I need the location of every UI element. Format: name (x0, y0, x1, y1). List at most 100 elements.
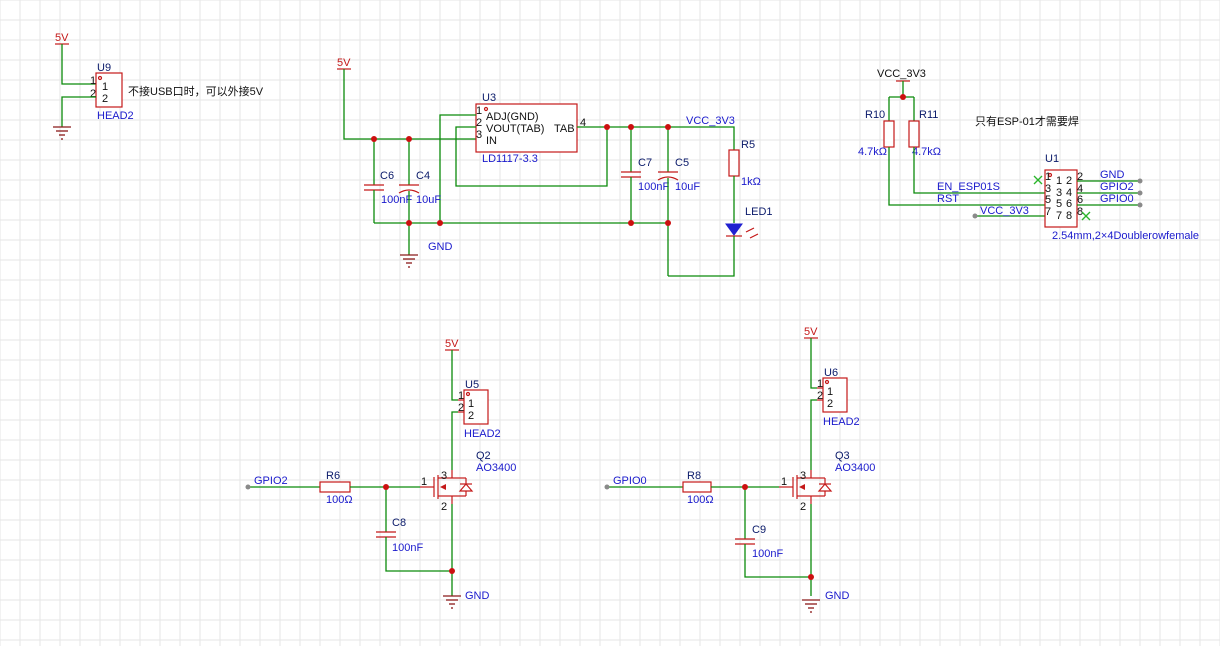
q2-designator: Q2 (476, 450, 491, 462)
esp-header-block: VCC_3V3 R10 R11 4.7kΩ 4.7kΩ 只有ESP-01才需要焊… (858, 68, 1199, 242)
r11-designator: R11 (919, 109, 938, 121)
u3-pin-tab: TAB (554, 123, 575, 135)
u5-designator: U5 (465, 379, 479, 391)
vcc3v3-net-label: VCC_3V3 (686, 115, 735, 127)
u6-pin2-name: 2 (827, 398, 833, 410)
r10-body (883, 120, 895, 148)
r8-designator: R8 (687, 470, 701, 482)
c4-value: 10uF (416, 194, 441, 206)
u9-value: HEAD2 (97, 110, 134, 122)
c5-value: 10uF (675, 181, 700, 193)
u6-pin1-num: 1 (817, 378, 823, 390)
gnd-net-label: GND (1100, 169, 1125, 181)
q3-gpio-port (604, 484, 610, 490)
u1-pin-1-ext: 1 (1045, 171, 1051, 183)
q2-5v-label: 5V (445, 338, 459, 350)
u1-pin-2: 2 (1066, 175, 1072, 187)
u1-pin-5-ext: 5 (1045, 194, 1051, 206)
r10-designator: R10 (865, 109, 885, 121)
c7-designator: C7 (638, 157, 652, 169)
gpio0-net-label: GPIO0 (1100, 193, 1134, 205)
c9-designator: C9 (752, 524, 766, 536)
u1-noconnect-pin8 (1081, 211, 1091, 221)
esp-vcc-junction (900, 94, 906, 100)
q3-5v-label: 5V (804, 326, 818, 338)
q3-value: AO3400 (835, 462, 875, 474)
u5-pin1-name: 1 (468, 398, 474, 410)
u3-value: LD1117-3.3 (482, 153, 538, 165)
u5-pin1-num: 1 (458, 390, 464, 402)
q3-gnd-symbol (802, 599, 820, 613)
q2-gnd-label: GND (465, 590, 490, 602)
q2-gpio-label: GPIO2 (254, 475, 288, 487)
en-net-label: EN_ESP01S (937, 181, 1000, 193)
u1-pin-6-ext: 6 (1077, 194, 1083, 206)
q2-pin1-num: 1 (421, 476, 427, 488)
u6-value: HEAD2 (823, 416, 860, 428)
u3-pin2-num: 2 (476, 117, 482, 129)
q2-value: AO3400 (476, 462, 516, 474)
q2-gpio-port (245, 484, 251, 490)
u1-pin-1: 1 (1056, 175, 1062, 187)
u5-pin2-name: 2 (468, 410, 474, 422)
schematic-sheet: 5V U9 1 2 1 2 HEAD2 不接USB口时，可以外接5V 5V U3… (0, 0, 1220, 646)
r6-value: 100Ω (326, 494, 353, 506)
q3-pin3-num: 3 (800, 470, 806, 482)
u1-designator: U1 (1045, 153, 1059, 165)
q3-gnd-label: GND (825, 590, 850, 602)
regulator-block: 5V U3 ADJ(GND) VOUT(TAB) IN TAB 1 2 3 4 … (337, 57, 773, 277)
u5-pin2-num: 2 (458, 402, 464, 414)
u3-pin-in: IN (486, 135, 497, 147)
q2-arrow (440, 484, 446, 490)
u9-body (95, 72, 123, 108)
reg-gnd-symbol (400, 254, 418, 268)
r8-body (682, 481, 712, 493)
c8-designator: C8 (392, 517, 406, 529)
gnd-net-port (1137, 178, 1143, 184)
u6-pin2-num: 2 (817, 390, 823, 402)
reg-gnd-label: GND (428, 241, 453, 253)
r6-body (319, 481, 351, 493)
q3-gpio-label: GPIO0 (613, 475, 647, 487)
r11-body (908, 120, 920, 148)
u3-pin-adj: ADJ(GND) (486, 111, 539, 123)
u9-header-block: 5V U9 1 2 1 2 HEAD2 不接USB口时，可以外接5V (53, 32, 264, 140)
u6-pin1-name: 1 (827, 386, 833, 398)
q3-pin2-num: 2 (800, 501, 806, 513)
u1-pin-7-ext: 7 (1045, 206, 1051, 218)
q2-gnd-junction (449, 568, 455, 574)
r11-value: 4.7kΩ (912, 146, 941, 158)
u9-pin2-num: 2 (90, 88, 96, 100)
u9-pin1-num: 1 (90, 75, 96, 87)
vcc-pin7-label: VCC_3V3 (980, 205, 1029, 217)
u6-designator: U6 (824, 367, 838, 379)
u3-designator: U3 (482, 92, 496, 104)
r5-body (728, 149, 740, 177)
reg-5v-label: 5V (337, 57, 351, 69)
u5-value: HEAD2 (464, 428, 501, 440)
q2-gnd-symbol (443, 595, 461, 609)
r5-value: 1kΩ (741, 176, 761, 188)
led1-emission-arrows (745, 227, 759, 239)
u9-pin1-name: 1 (102, 81, 108, 93)
c6-designator: C6 (380, 170, 394, 182)
u1-pin-6: 6 (1066, 198, 1072, 210)
u1-value: 2.54mm,2×4Doublerowfemale (1052, 230, 1199, 242)
u3-adj-wire (439, 114, 476, 223)
rst-net-label: RST (937, 193, 959, 205)
u9-pin2-name: 2 (102, 93, 108, 105)
c9-value: 100nF (752, 548, 783, 560)
gpio0-net-port (1137, 202, 1143, 208)
c6-value: 100nF (381, 194, 412, 206)
q2-driver-block: 5V U5 1 2 1 2 HEAD2 GPIO2 R6 100Ω 1 3 2 … (245, 338, 516, 609)
vcc-net-port (972, 213, 978, 219)
r10-value: 4.7kΩ (858, 146, 887, 158)
esp-note: 只有ESP-01才需要焊 (975, 114, 1079, 128)
q2-gate-junction (383, 484, 389, 490)
c7-value: 100nF (638, 181, 669, 193)
c4-designator: C4 (416, 170, 430, 182)
q2-pin3-num: 3 (441, 470, 447, 482)
u3-pin1-num: 1 (476, 105, 482, 117)
u3-pin-vout: VOUT(TAB) (486, 123, 544, 135)
r6-designator: R6 (326, 470, 340, 482)
